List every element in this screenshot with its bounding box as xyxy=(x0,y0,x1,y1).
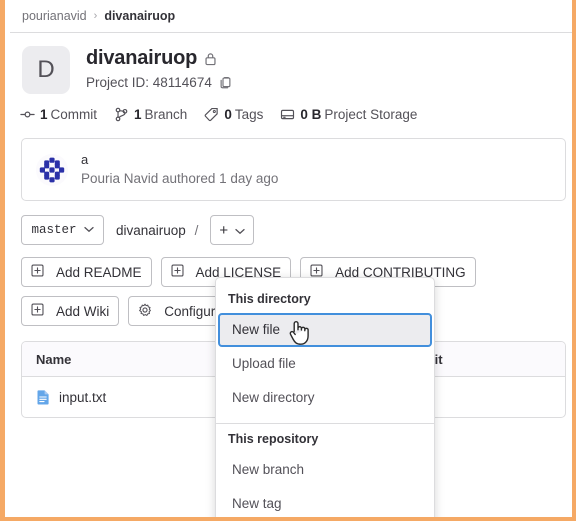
dropdown-section-title-this-directory: This directory xyxy=(228,292,311,306)
breadcrumb-project[interactable]: divanairuop xyxy=(104,9,175,23)
stat-commits[interactable]: 1 Commit xyxy=(20,107,97,122)
last-commit-meta: Pouria Navid authored 1 day ago xyxy=(81,170,279,186)
browser-viewport: pourianavid › divanairuop D divanairuop xyxy=(0,0,576,521)
add-readme-label: Add README xyxy=(56,264,142,280)
repo-path: divanairuop / xyxy=(116,223,198,238)
plus-square-icon xyxy=(170,264,190,280)
project-id-row: Project ID: 48114674 xyxy=(86,75,232,90)
copy-icon[interactable] xyxy=(219,76,232,90)
branch-icon xyxy=(115,107,128,122)
stat-storage-count: 0 xyxy=(224,107,232,122)
storage-icon xyxy=(281,109,295,120)
add-to-repo-button[interactable]: + xyxy=(210,215,255,245)
last-commit-message[interactable]: a xyxy=(81,151,278,169)
project-meta: divanairuop Project ID: 48114674 xyxy=(86,46,232,90)
breadcrumb-separator-icon: › xyxy=(93,10,98,22)
project-id-label: Project ID: 48114674 xyxy=(86,75,212,90)
breadcrumb: pourianavid › divanairuop xyxy=(10,0,572,33)
menu-item-new-tag[interactable]: New tag xyxy=(218,487,432,517)
menu-item-new-branch[interactable]: New branch xyxy=(218,453,432,487)
last-commit-panel: a Pouria Navid authored 1 day ago xyxy=(21,138,566,201)
stat-tags-label: Tags xyxy=(234,107,264,122)
stat-storage-size: 0 B xyxy=(300,107,322,122)
stat-branches[interactable]: 1 Branch xyxy=(114,107,187,122)
page-title: divanairuop xyxy=(86,47,198,69)
add-to-repo-dropdown-menu: This directory New file Upload file New … xyxy=(215,277,435,517)
menu-item-new-file[interactable]: New file xyxy=(218,313,432,348)
stat-branches-count: 1 xyxy=(134,107,142,122)
repo-path-root[interactable]: divanairuop xyxy=(116,223,186,238)
add-readme-button[interactable]: Add README xyxy=(21,257,152,287)
stat-commits-label: Commit xyxy=(50,107,98,122)
gitlab-project-page: pourianavid › divanairuop D divanairuop xyxy=(10,0,572,517)
dropdown-divider xyxy=(216,422,434,424)
gear-icon xyxy=(138,303,158,320)
plus-square-icon xyxy=(31,264,50,280)
add-wiki-label: Add Wiki xyxy=(56,303,110,319)
file-icon xyxy=(36,389,51,405)
plus-square-icon xyxy=(31,303,50,319)
stat-branches-label: Branch xyxy=(144,107,188,122)
stat-storage-label: Project Storage xyxy=(324,107,418,122)
commit-icon xyxy=(20,111,35,118)
stat-storage[interactable]: 0 B Project Storage xyxy=(280,107,417,122)
project-title-row: divanairuop xyxy=(86,47,232,70)
identicon-avatar xyxy=(36,153,68,186)
file-name[interactable]: input.txt xyxy=(59,390,106,405)
project-avatar: D xyxy=(22,46,70,94)
ref-path-bar: master divanairuop / + xyxy=(10,201,572,245)
stat-commits-count: 1 xyxy=(40,107,48,122)
breadcrumb-namespace[interactable]: pourianavid xyxy=(22,9,87,23)
branch-selector-label: master xyxy=(31,223,77,237)
lock-icon xyxy=(204,52,217,66)
dropdown-section-title-this-repository: This repository xyxy=(228,431,319,446)
menu-item-upload-file[interactable]: Upload file xyxy=(218,347,432,381)
tag-icon xyxy=(204,108,219,122)
project-header: D divanairuop Project ID: 48114674 xyxy=(10,33,572,94)
project-stats: 1 Commit 1 Branch 0 Tags 0 B Project Sto… xyxy=(10,94,572,122)
menu-item-new-directory[interactable]: New directory xyxy=(218,381,432,415)
chevron-down-icon xyxy=(83,223,94,237)
branch-selector[interactable]: master xyxy=(21,215,104,245)
add-wiki-button[interactable]: Add Wiki xyxy=(21,296,120,326)
repo-path-separator: / xyxy=(194,222,199,238)
stat-tags[interactable]: 0 Tags xyxy=(204,107,263,122)
chevron-down-icon xyxy=(235,223,245,238)
last-commit-text: a Pouria Navid authored 1 day ago xyxy=(81,151,278,188)
plus-icon: + xyxy=(219,221,229,239)
